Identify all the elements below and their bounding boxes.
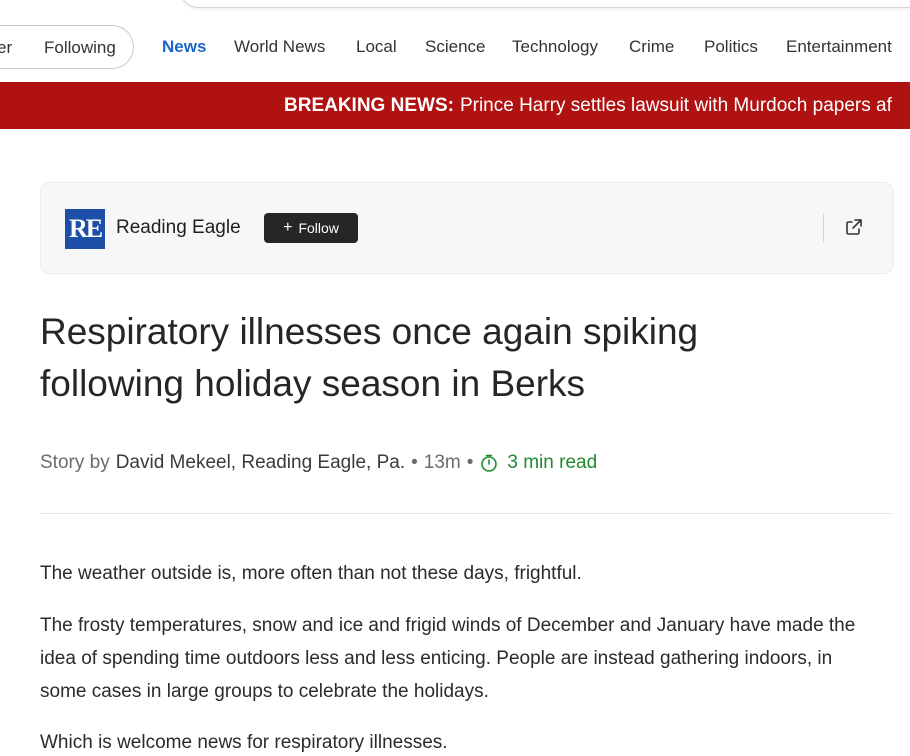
feed-filter-pill: er Following — [0, 25, 134, 69]
nav-item-world-news[interactable]: World News — [234, 37, 325, 57]
article-byline: Story by David Mekeel, Reading Eagle, Pa… — [40, 452, 597, 474]
breaking-news-text[interactable]: Prince Harry settles lawsuit with Murdoc… — [460, 95, 892, 116]
breaking-news-banner[interactable]: BREAKING NEWS: Prince Harry settles lawsu… — [0, 82, 910, 129]
breaking-news-label: BREAKING NEWS: — [284, 95, 454, 116]
publisher-name[interactable]: Reading Eagle — [116, 217, 241, 239]
read-time-label: 3 min read — [507, 452, 598, 473]
nav-item-technology[interactable]: Technology — [512, 37, 598, 57]
publisher-logo[interactable]: RE — [65, 209, 105, 249]
plus-icon: + — [283, 219, 293, 236]
nav-item-entertainment[interactable]: Entertainment — [786, 37, 892, 57]
nav-item-following[interactable]: Following — [44, 38, 116, 58]
search-box[interactable] — [180, 0, 910, 8]
nav-item-news[interactable]: News — [162, 37, 206, 57]
nav-item-local[interactable]: Local — [356, 37, 397, 57]
article-paragraph: Which is welcome news for respiratory il… — [40, 732, 448, 753]
byline-prefix: Story by — [40, 452, 110, 473]
publisher-card: RE Reading Eagle + Follow — [40, 182, 894, 274]
nav-item-politics[interactable]: Politics — [704, 37, 758, 57]
nav-item-crime[interactable]: Crime — [629, 37, 674, 57]
nav-item-science[interactable]: Science — [425, 37, 485, 57]
article-paragraph: The frosty temperatures, snow and ice an… — [40, 615, 856, 702]
byline-author[interactable]: David Mekeel, Reading Eagle, Pa. — [116, 452, 405, 474]
article-page: er Following News World News Local Scien… — [0, 0, 910, 756]
byline-separator: • — [411, 452, 418, 473]
article-age: 13m — [423, 452, 461, 473]
article-paragraph: The weather outside is, more often than … — [40, 563, 582, 584]
timer-icon — [481, 454, 498, 472]
top-nav: er Following News World News Local Scien… — [0, 22, 910, 72]
follow-button[interactable]: + Follow — [264, 213, 358, 243]
byline-divider — [40, 513, 892, 514]
read-time: 3 min read — [479, 452, 597, 474]
byline-separator: • — [466, 452, 474, 473]
nav-item-previous[interactable]: er — [0, 38, 12, 58]
card-divider — [823, 213, 824, 243]
article-headline: Respiratory illnesses once again spiking… — [40, 311, 699, 404]
share-icon[interactable] — [844, 217, 864, 237]
follow-label: Follow — [298, 220, 339, 236]
